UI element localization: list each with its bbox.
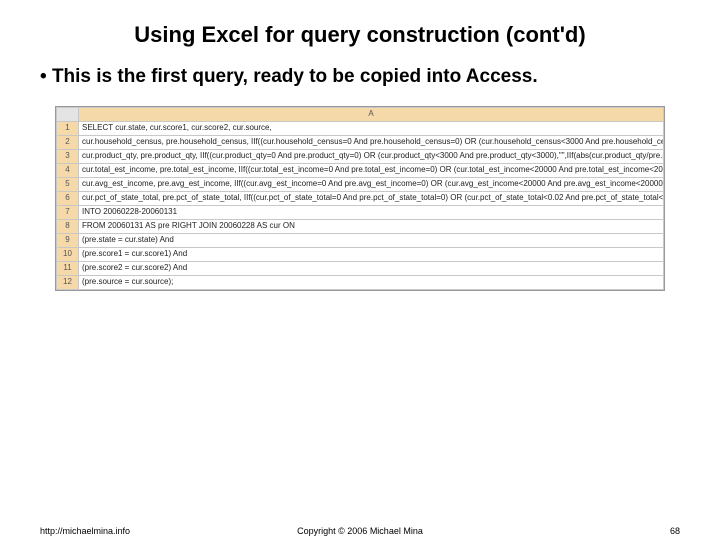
col-header-A: A xyxy=(79,108,664,122)
cell: cur.total_est_income, pre.total_est_inco… xyxy=(79,164,664,178)
slide-bullet: This is the first query, ready to be cop… xyxy=(0,58,720,98)
excel-screenshot: A 1SELECT cur.state, cur.score1, cur.sco… xyxy=(55,106,665,291)
footer-copyright: Copyright © 2006 Michael Mina xyxy=(0,526,720,536)
cell: cur.product_qty, pre.product_qty, IIf((c… xyxy=(79,150,664,164)
cell: cur.avg_est_income, pre.avg_est_income, … xyxy=(79,178,664,192)
row-header: 3 xyxy=(57,150,79,164)
row-header: 6 xyxy=(57,192,79,206)
cell: INTO 20060228-20060131 xyxy=(79,206,664,220)
cell: (pre.state = cur.state) And xyxy=(79,234,664,248)
row-header: 4 xyxy=(57,164,79,178)
cell: cur.pct_of_state_total, pre.pct_of_state… xyxy=(79,192,664,206)
row-header: 1 xyxy=(57,122,79,136)
row-header: 7 xyxy=(57,206,79,220)
row-header: 9 xyxy=(57,234,79,248)
cell: (pre.score1 = cur.score1) And xyxy=(79,248,664,262)
cell: (pre.score2 = cur.score2) And xyxy=(79,262,664,276)
cell: (pre.source = cur.source); xyxy=(79,276,664,290)
sheet-corner xyxy=(57,108,79,122)
cell: FROM 20060131 AS pre RIGHT JOIN 20060228… xyxy=(79,220,664,234)
slide-title: Using Excel for query construction (cont… xyxy=(0,0,720,58)
row-header: 11 xyxy=(57,262,79,276)
spreadsheet: A 1SELECT cur.state, cur.score1, cur.sco… xyxy=(56,107,664,290)
footer-page: 68 xyxy=(670,526,680,536)
row-header: 5 xyxy=(57,178,79,192)
cell: cur.household_census, pre.household_cens… xyxy=(79,136,664,150)
cell: SELECT cur.state, cur.score1, cur.score2… xyxy=(79,122,664,136)
row-header: 12 xyxy=(57,276,79,290)
row-header: 8 xyxy=(57,220,79,234)
row-header: 10 xyxy=(57,248,79,262)
row-header: 2 xyxy=(57,136,79,150)
